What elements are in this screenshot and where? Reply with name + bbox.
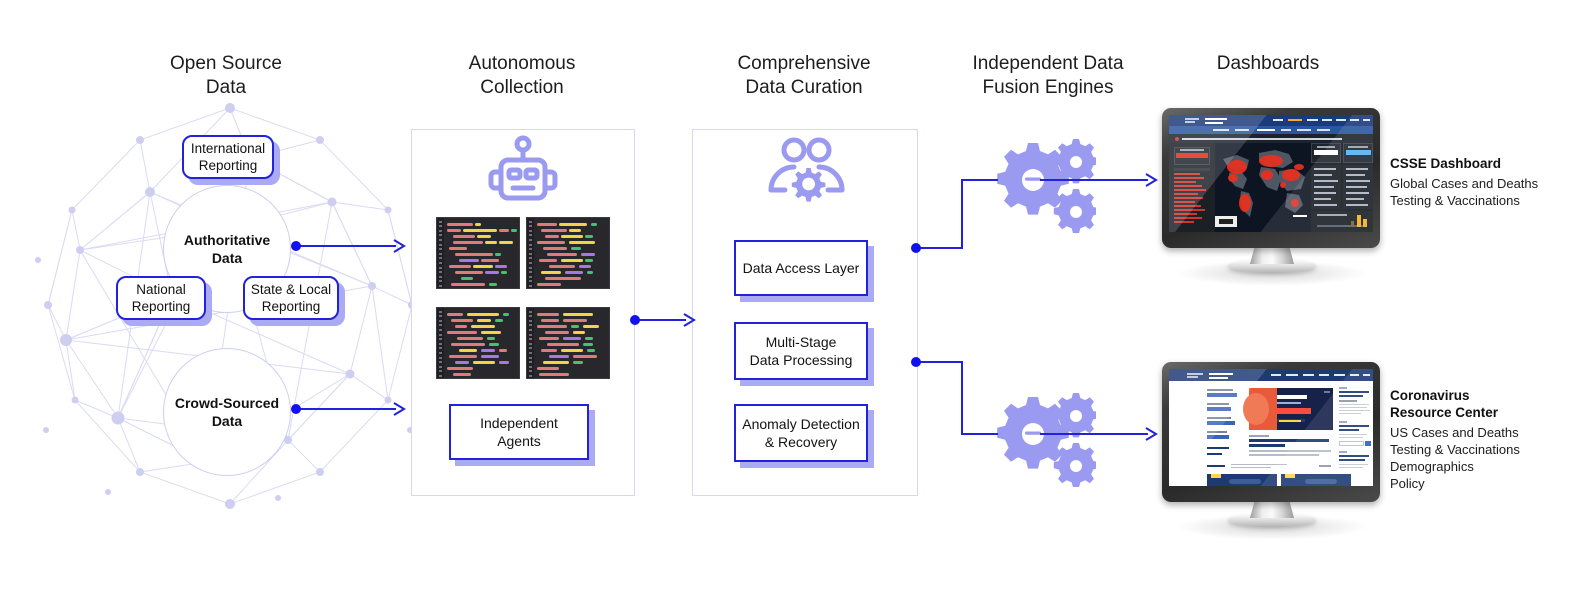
column-title-autonomous-collection: Autonomous Collection xyxy=(468,53,576,98)
crc-hero-value xyxy=(1277,408,1311,414)
caption-line-4: Policy xyxy=(1390,476,1425,491)
monitor-csse-dashboard xyxy=(1162,108,1382,288)
crc-hero-title xyxy=(1277,395,1307,399)
pill-label: State & Local Reporting xyxy=(250,282,332,314)
code-gutter xyxy=(527,308,534,378)
pill-international-reporting[interactable]: International Reporting xyxy=(182,135,274,179)
pill-state-local-reporting[interactable]: State & Local Reporting xyxy=(243,276,339,320)
global-cases-value xyxy=(1176,153,1208,158)
code-gutter xyxy=(527,218,534,288)
crc-global-deaths xyxy=(1207,407,1231,411)
crc-screen-content xyxy=(1169,369,1373,486)
pill-label: International Reporting xyxy=(190,141,266,173)
card-label: Independent Agents xyxy=(480,415,558,449)
diagram-canvas: Open Source Data Autonomous Collection C… xyxy=(0,0,1574,598)
code-gutter xyxy=(437,218,444,288)
robot-icon xyxy=(488,135,558,201)
monitor-screen-crc xyxy=(1169,369,1373,486)
column-title-open-source-data: Open Source Data xyxy=(170,53,282,98)
caption-line-2: Testing & Vaccinations xyxy=(1390,442,1520,457)
csse-banner xyxy=(1182,137,1342,141)
code-gutter xyxy=(437,308,444,378)
circle-label: Crowd-Sourced Data xyxy=(174,395,280,429)
column-title-data-curation: Comprehensive Data Curation xyxy=(737,53,871,98)
card-label: Data Access Layer xyxy=(742,260,860,276)
column-title-fusion-engines: Independent Data Fusion Engines xyxy=(972,53,1124,98)
caption-coronavirus-resource-center: Coronavirus Resource Center US Cases and… xyxy=(1390,387,1570,492)
card-label: Multi-Stage Data Processing xyxy=(749,334,853,368)
card-independent-agents[interactable]: Independent Agents xyxy=(449,404,589,460)
caption-csse-dashboard: CSSE Dashboard Global Cases and Deaths T… xyxy=(1390,155,1570,209)
human-machine-teaming-icon xyxy=(768,137,845,202)
caption-line-3: Demographics xyxy=(1390,459,1474,474)
caption-title: Coronavirus Resource Center xyxy=(1390,388,1499,420)
column-title-dashboards: Dashboards xyxy=(1216,53,1320,74)
circle-label: Authoritative Data xyxy=(183,232,271,266)
connector-curation-to-fusion-top xyxy=(916,179,998,249)
code-window-3 xyxy=(436,307,520,379)
connector-dot-collection-out xyxy=(630,315,640,325)
monitor-bezel xyxy=(1162,108,1380,248)
caption-line-2: Testing & Vaccinations xyxy=(1390,193,1520,208)
caption-line-1: Global Cases and Deaths xyxy=(1390,176,1539,191)
card-anomaly-detection-recovery[interactable]: Anomaly Detection & Recovery xyxy=(734,404,868,462)
connector-dot-crowd-sourced xyxy=(291,404,301,414)
monitor-bezel xyxy=(1162,362,1380,502)
csse-vaccine-doses-value xyxy=(1346,150,1371,155)
csse-screen-content xyxy=(1169,115,1373,232)
connector-dot-authoritative xyxy=(291,241,301,251)
code-window-1 xyxy=(436,217,520,289)
card-data-access-layer[interactable]: Data Access Layer xyxy=(734,240,868,296)
monitor-coronavirus-resource-center xyxy=(1162,362,1382,542)
pill-national-reporting[interactable]: National Reporting xyxy=(116,276,206,320)
arrow-collection-to-curation xyxy=(636,313,696,327)
csse-total-deaths-value xyxy=(1314,150,1338,155)
monitor-screen-csse xyxy=(1169,115,1373,232)
code-window-2 xyxy=(526,217,610,289)
connector-curation-to-fusion-bottom xyxy=(916,361,998,435)
crc-global-confirmed xyxy=(1207,393,1237,397)
caption-line-1: US Cases and Deaths xyxy=(1390,425,1519,440)
circle-crowd-sourced-data: Crowd-Sourced Data xyxy=(163,348,291,476)
arrow-authoritative-to-collection xyxy=(296,239,406,253)
connector-dot-curation-bottom xyxy=(911,357,921,367)
card-multi-stage-data-processing[interactable]: Multi-Stage Data Processing xyxy=(734,322,868,380)
crc-us-confirmed xyxy=(1207,421,1235,425)
card-label: Anomaly Detection & Recovery xyxy=(742,416,860,450)
crc-article-title xyxy=(1249,439,1329,442)
pill-label: National Reporting xyxy=(131,282,191,314)
arrow-fusion-to-crc-dashboard xyxy=(1040,427,1158,441)
caption-title: CSSE Dashboard xyxy=(1390,156,1502,171)
crc-us-deaths xyxy=(1207,435,1229,439)
connector-dot-curation-top xyxy=(911,243,921,253)
code-window-4 xyxy=(526,307,610,379)
arrow-fusion-to-csse-dashboard xyxy=(1040,173,1158,187)
arrow-crowd-sourced-to-collection xyxy=(296,402,406,416)
